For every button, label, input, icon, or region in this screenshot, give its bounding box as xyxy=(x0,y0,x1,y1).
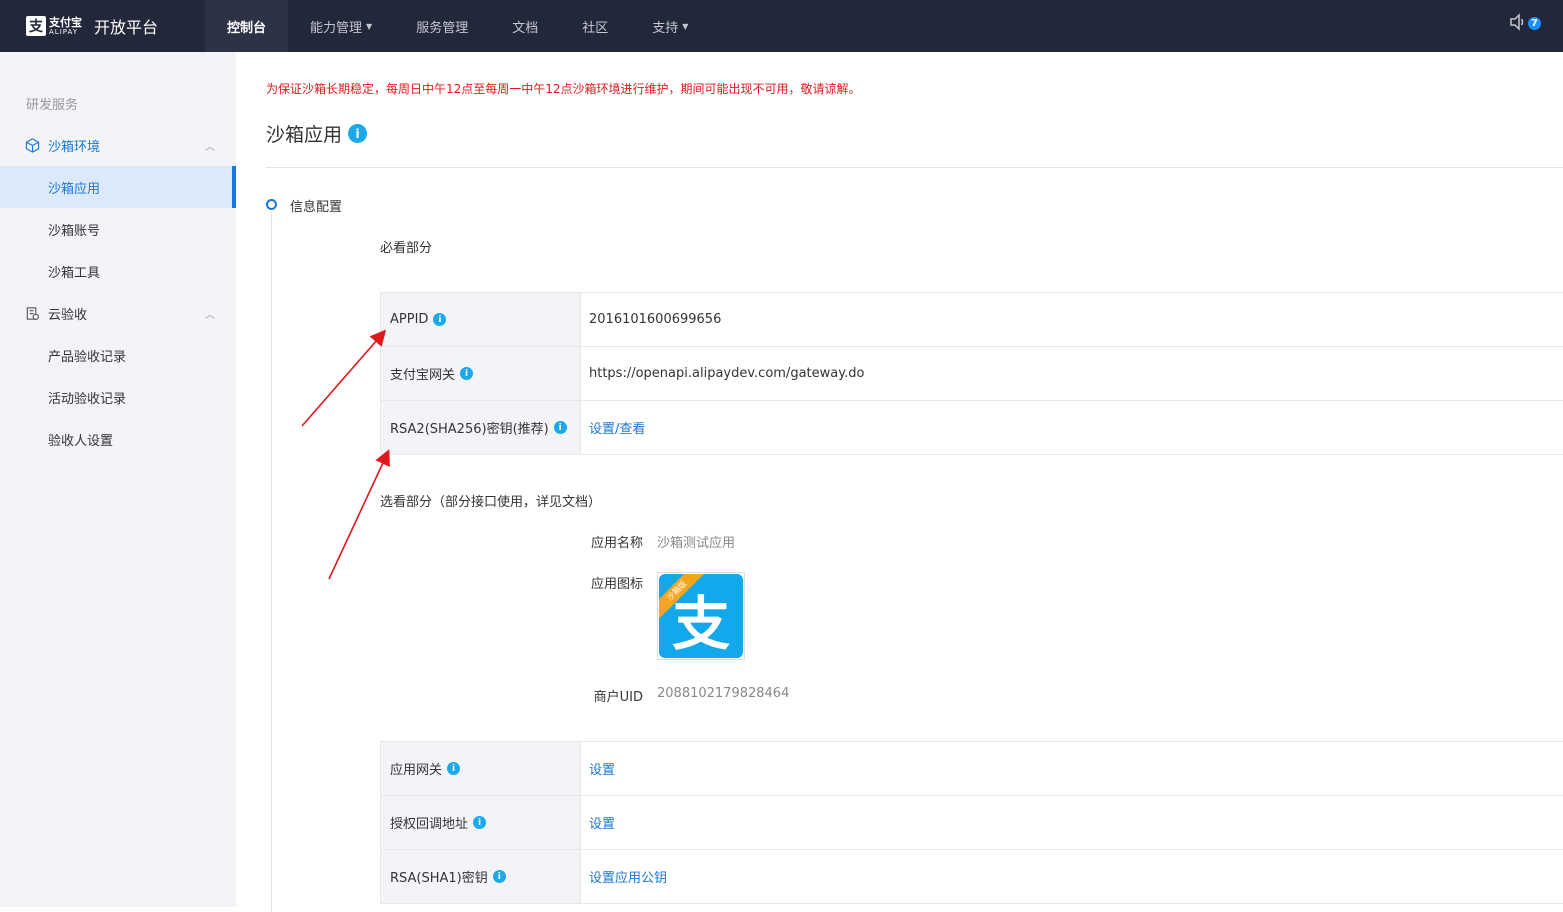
info-icon[interactable]: i xyxy=(473,816,487,829)
merchant-uid-value: 2088102179828464 xyxy=(657,686,790,701)
row-key: 支付宝网关 i xyxy=(380,347,581,400)
nav-docs[interactable]: 文档 xyxy=(490,0,560,52)
divider xyxy=(266,167,1563,168)
notification-count-badge: 7 xyxy=(1528,16,1541,30)
top-navigation-bar: 支 支付宝 ALIPAY 开放平台 控制台 能力管理 ▼ 服务管理 文档 社区 支… xyxy=(0,0,1563,52)
appid-value: 2016101600699656 xyxy=(589,312,722,327)
chevron-up-icon: ︿ xyxy=(205,141,215,153)
info-icon[interactable]: i xyxy=(348,124,368,143)
notifications-button[interactable]: 7 xyxy=(1509,13,1541,31)
sidebar-group-label: 沙箱环境 xyxy=(48,139,101,155)
app-icon-label: 应用图标 xyxy=(590,577,643,592)
sidebar-section-label: 研发服务 xyxy=(26,98,79,113)
nav-support[interactable]: 支持 ▼ xyxy=(630,0,710,52)
sidebar-group-cloud-acceptance[interactable]: 云验收 ︿ xyxy=(0,292,236,334)
info-icon[interactable]: i xyxy=(492,870,506,883)
table-row: 授权回调地址 i 设置 xyxy=(380,796,1563,850)
optional-section-title: 选看部分（部分接口使用，详见文档） xyxy=(380,495,602,510)
table-row: RSA(SHA1)密钥 i 设置应用公钥 xyxy=(380,850,1563,904)
app-name-value: 沙箱测试应用 xyxy=(657,536,736,551)
sidebar-group-label: 云验收 xyxy=(48,307,88,323)
table-row: APPID i 2016101600699656 xyxy=(380,293,1563,347)
alipay-logo-icon: 支 xyxy=(26,16,46,36)
rsa2-key-link[interactable]: 设置/查看 xyxy=(581,401,1563,454)
page-title: 沙箱应用 i xyxy=(266,120,368,147)
required-config-table: APPID i 2016101600699656 支付宝网关 i https://o… xyxy=(380,292,1563,455)
optional-config-table: 应用网关 i 设置 授权回调地址 i 设置 RSA(SHA1)密钥 i 设置应用公钥 xyxy=(380,741,1563,904)
app-name-label: 应用名称 xyxy=(590,536,643,551)
nav-capability-management[interactable]: 能力管理 ▼ xyxy=(288,0,394,52)
caret-down-icon: ▼ xyxy=(682,21,689,31)
rsa-sha1-set-public-key-link[interactable]: 设置应用公钥 xyxy=(581,850,1563,903)
merchant-uid-label: 商户UID xyxy=(593,690,643,705)
step-title: 信息配置 xyxy=(290,200,343,215)
clipboard-icon xyxy=(26,306,39,320)
info-icon[interactable]: i xyxy=(553,421,567,434)
row-key: RSA2(SHA256)密钥(推荐) i xyxy=(380,401,581,454)
chevron-up-icon: ︿ xyxy=(205,309,215,321)
nav-service-management[interactable]: 服务管理 xyxy=(394,0,490,52)
sidebar-item-activity-acceptance-records[interactable]: 活动验收记录 xyxy=(0,376,236,418)
nav-console[interactable]: 控制台 xyxy=(205,0,289,52)
table-row: RSA2(SHA256)密钥(推荐) i 设置/查看 xyxy=(380,401,1563,455)
nav-community[interactable]: 社区 xyxy=(560,0,630,52)
timeline-step-dot xyxy=(266,199,277,210)
row-key: RSA(SHA1)密钥 i xyxy=(380,850,581,903)
auth-callback-set-link[interactable]: 设置 xyxy=(581,796,1563,849)
timeline-line xyxy=(271,212,272,912)
main-nav: 控制台 能力管理 ▼ 服务管理 文档 社区 支持 ▼ xyxy=(205,0,710,52)
maintenance-notice: 为保证沙箱长期稳定，每周日中午12点至每周一中午12点沙箱环境进行维护，期间可能… xyxy=(266,82,861,96)
row-key: 应用网关 i xyxy=(380,742,581,795)
platform-title: 开放平台 xyxy=(94,18,159,37)
row-key: 授权回调地址 i xyxy=(380,796,581,849)
sidebar-item-product-acceptance-records[interactable]: 产品验收记录 xyxy=(0,334,236,376)
alipay-logo[interactable]: 支 支付宝 ALIPAY 开放平台 xyxy=(0,0,205,52)
info-icon[interactable]: i xyxy=(460,367,474,380)
main-content: 为保证沙箱长期稳定，每周日中午12点至每周一中午12点沙箱环境进行维护，期间可能… xyxy=(236,52,1563,912)
sidebar-item-sandbox-account[interactable]: 沙箱账号 xyxy=(0,208,236,250)
cube-icon xyxy=(25,137,40,153)
table-row: 支付宝网关 i https://openapi.alipaydev.com/gat… xyxy=(380,347,1563,401)
alipay-logo-text: 支付宝 ALIPAY xyxy=(49,17,82,36)
gateway-value: https://openapi.alipaydev.com/gateway.do xyxy=(589,366,865,381)
sidebar-item-sandbox-app[interactable]: 沙箱应用 xyxy=(0,166,236,208)
alipay-app-icon: 支 沙箱版 xyxy=(659,574,743,658)
caret-down-icon: ▼ xyxy=(366,21,373,31)
row-key: APPID i xyxy=(380,293,581,346)
required-section-title: 必看部分 xyxy=(380,241,433,256)
app-icon: 支 沙箱版 xyxy=(657,572,745,660)
logo-en: ALIPAY xyxy=(49,27,79,36)
sidebar-item-acceptor-settings[interactable]: 验收人设置 xyxy=(0,418,236,460)
table-row: 应用网关 i 设置 xyxy=(380,742,1563,796)
app-gateway-set-link[interactable]: 设置 xyxy=(581,742,1563,795)
info-icon[interactable]: i xyxy=(447,762,461,775)
info-icon[interactable]: i xyxy=(433,313,447,326)
speaker-icon xyxy=(1510,13,1524,31)
sidebar: 研发服务 沙箱环境 ︿ 沙箱应用 沙箱账号 沙箱工具 云验收 ︿ 产品验收记录 … xyxy=(0,52,236,907)
logo-cn: 支付宝 xyxy=(49,15,82,29)
sidebar-item-sandbox-tools[interactable]: 沙箱工具 xyxy=(0,250,236,292)
sidebar-group-sandbox[interactable]: 沙箱环境 ︿ xyxy=(0,124,236,166)
